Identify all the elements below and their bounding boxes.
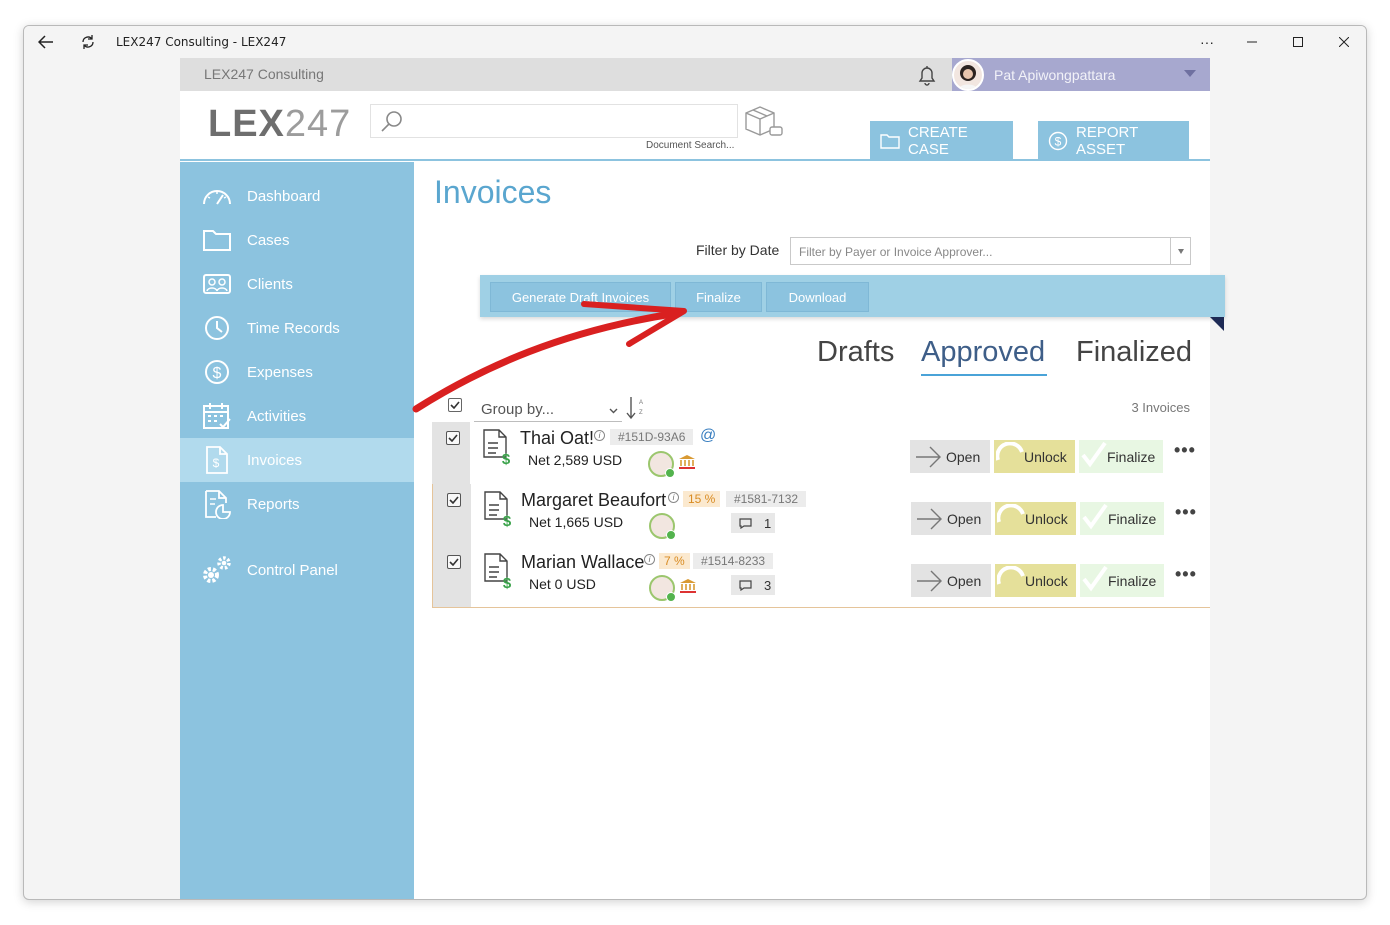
app-window: LEX247 Consulting - LEX247 ··· LEX247 Co… xyxy=(23,25,1367,900)
annotation-arrow xyxy=(412,301,687,413)
